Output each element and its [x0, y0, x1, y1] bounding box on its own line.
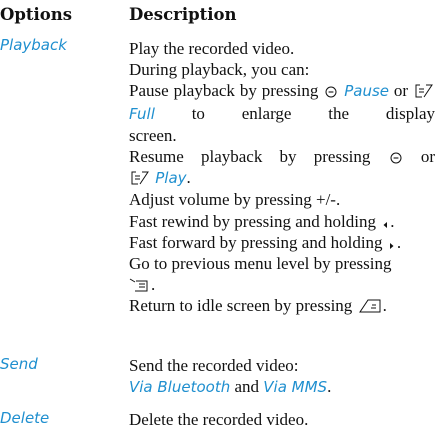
prev-key-line: . [129, 274, 435, 295]
help-table: Options Description Playback Play the re… [0, 0, 439, 440]
text-line: Send the recorded video: [129, 356, 299, 375]
option-send: Send [0, 355, 38, 373]
option-delete: Delete [0, 409, 50, 427]
text-line: Play the recorded video. [129, 39, 295, 58]
text-line: Go to previous menu level by pressing [129, 254, 392, 274]
left-softkey-icon [131, 171, 149, 185]
pause-keyword: Pause [344, 82, 390, 101]
option-playback: Playback [0, 36, 67, 54]
delete-description: Delete the recorded video. [129, 409, 435, 430]
text-line: Delete the recorded video. [129, 410, 309, 429]
left-softkey-icon [415, 84, 433, 98]
end-key-icon [358, 299, 381, 313]
rewind-instruction: Fast rewind by pressing and holding . [129, 211, 395, 231]
text-line: screen. [129, 125, 177, 145]
play-keyword: Play [155, 169, 187, 188]
playback-description: Play the recorded video. During playback… [129, 38, 435, 317]
play-line: Play. [129, 167, 435, 189]
right-key-icon [389, 242, 395, 250]
resume-instruction: Resume playback by pressing or [129, 147, 436, 167]
left-key-icon [382, 221, 388, 229]
full-keyword: Full [129, 104, 155, 123]
text-line: Adjust volume by pressing +/-. [129, 190, 341, 210]
via-bluetooth-keyword: Via Bluetooth [129, 378, 231, 397]
via-mms-keyword: Via MMS [263, 378, 328, 397]
clear-key-icon [129, 278, 149, 292]
send-methods: Via Bluetooth and Via MMS. [129, 377, 332, 397]
send-description: Send the recorded video: Via Bluetooth a… [129, 355, 435, 398]
options-header: Options [0, 5, 73, 24]
ok-key-icon [325, 86, 337, 98]
ok-key-icon [390, 152, 402, 164]
idle-instruction: Return to idle screen by pressing . [129, 296, 387, 316]
description-header: Description [129, 5, 237, 24]
text-line: During playback, you can: [129, 60, 310, 80]
pause-instruction: Pause playback by pressing Pause or Full… [129, 81, 435, 123]
forward-instruction: Fast forward by pressing and holding . [129, 232, 402, 252]
